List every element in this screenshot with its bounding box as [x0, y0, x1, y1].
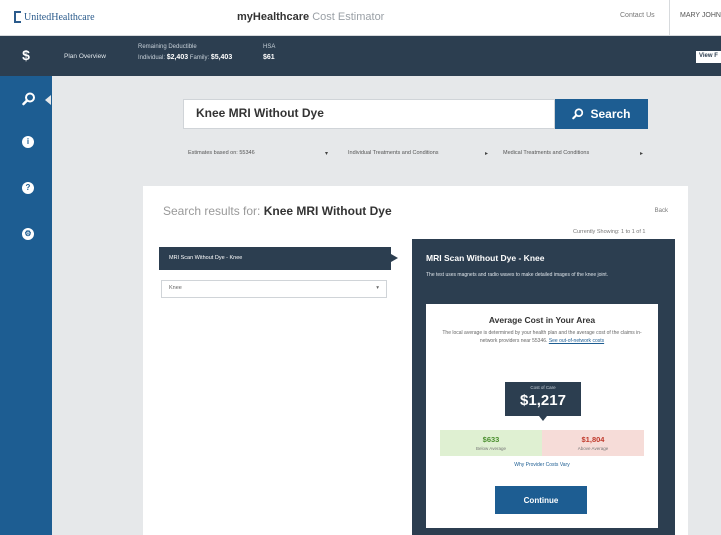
out-of-network-link[interactable]: See out-of-network costs: [549, 338, 604, 344]
average-cost-description: The local average is determined by your …: [437, 330, 647, 345]
results-panel: Search results for: Knee MRI Without Dye…: [143, 186, 688, 535]
top-header: UnitedHealthcare myHealthcare Cost Estim…: [0, 0, 721, 36]
results-query: Knee MRI Without Dye: [263, 204, 392, 218]
individual-value: $2,403: [166, 54, 189, 61]
logo-mark-icon: [14, 11, 21, 23]
sidebar: $ i ? ⚙: [0, 36, 52, 535]
individual-treatments-filter[interactable]: Individual Treatments and Conditions ▸: [348, 146, 488, 160]
average-cost-card: Average Cost in Your Area The local aver…: [426, 304, 658, 528]
contact-us-link[interactable]: Contact Us: [620, 12, 655, 19]
medical-treatments-filter[interactable]: Medical Treatments and Conditions ▸: [503, 146, 643, 160]
individual-label: Individual:: [138, 55, 166, 61]
average-cost-text: The local average is determined by your …: [442, 330, 642, 344]
plan-overview-link[interactable]: Plan Overview: [64, 53, 106, 60]
hsa-value: $61: [263, 54, 275, 61]
search-input[interactable]: Knee MRI Without Dye: [183, 99, 555, 129]
above-average-cell: $1,804 Above Average: [542, 430, 644, 456]
below-average-cell: $633 Below Average: [440, 430, 542, 456]
app-title-bold: myHealthcare: [237, 11, 310, 23]
price-label: Cost of Care: [530, 385, 556, 390]
settings-icon[interactable]: ⚙: [22, 228, 38, 244]
procedure-detail-panel: MRI Scan Without Dye - Knee The test use…: [412, 239, 675, 535]
chevron-down-icon: ▾: [324, 150, 328, 157]
cost-of-care-box: Cost of Care $1,217: [505, 382, 581, 421]
remaining-deductible: Remaining Deductible Individual: $2,403 …: [138, 44, 232, 61]
below-average-label: Below Average: [476, 446, 506, 451]
filter-label: Medical Treatments and Conditions: [503, 150, 590, 156]
average-cost-title: Average Cost in Your Area: [488, 315, 596, 325]
price-value: $1,217: [520, 392, 566, 409]
results-heading: Search results for: Knee MRI Without Dye: [163, 204, 392, 218]
result-item[interactable]: MRI Scan Without Dye - Knee: [159, 247, 398, 270]
cost-range: $633 Below Average $1,804 Above Average: [440, 430, 644, 456]
location-filter-dropdown[interactable]: Estimates based on: 55346 ▾: [188, 146, 328, 160]
results-count: Currently Showing: 1 to 1 of 1: [573, 229, 646, 235]
search-icon[interactable]: [22, 92, 51, 108]
info-icon[interactable]: i: [22, 136, 38, 152]
above-average-label: Above Average: [577, 446, 609, 451]
family-label: Family:: [189, 55, 210, 61]
view-button[interactable]: View F: [696, 51, 721, 63]
procedure-description: The test uses magnets and radio waves to…: [426, 272, 609, 278]
body-part-select[interactable]: Knee ▾: [161, 280, 387, 298]
filter-label: Estimates based on: 55346: [188, 150, 255, 156]
results-label: Search results for:: [163, 204, 261, 218]
unitedhealthcare-logo[interactable]: UnitedHealthcare: [14, 11, 95, 23]
why-costs-vary-link[interactable]: Why Provider Costs Vary: [426, 462, 658, 468]
app-title: myHealthcare Cost Estimator: [237, 11, 384, 23]
hsa-label: HSA: [263, 44, 276, 50]
chevron-down-icon: ▾: [376, 285, 379, 291]
family-value: $5,403: [210, 54, 233, 61]
user-menu[interactable]: MARY JOHNSON: [669, 0, 721, 36]
above-average-value: $1,804: [581, 435, 605, 444]
search-button-icon: [572, 108, 584, 120]
chevron-right-icon: ▸: [484, 150, 488, 157]
chevron-right-icon: ▸: [639, 150, 643, 157]
procedure-title: MRI Scan Without Dye - Knee: [426, 253, 545, 263]
search-button[interactable]: Search: [555, 99, 648, 129]
hsa-balance: HSA $61: [263, 44, 275, 61]
continue-button[interactable]: Continue: [495, 486, 587, 514]
body-part-value: Knee: [169, 285, 182, 291]
logo-text: UnitedHealthcare: [24, 11, 95, 23]
below-average-value: $633: [482, 435, 500, 444]
filter-label: Individual Treatments and Conditions: [348, 150, 439, 156]
deductible-label: Remaining Deductible: [138, 44, 197, 50]
back-link[interactable]: Back: [655, 208, 668, 214]
balances-bar: Plan Overview Remaining Deductible Indiv…: [0, 36, 721, 76]
app-title-light: Cost Estimator: [312, 11, 385, 23]
dollar-icon[interactable]: $: [0, 36, 52, 76]
help-icon[interactable]: ?: [22, 182, 38, 198]
search-button-label: Search: [590, 107, 631, 121]
